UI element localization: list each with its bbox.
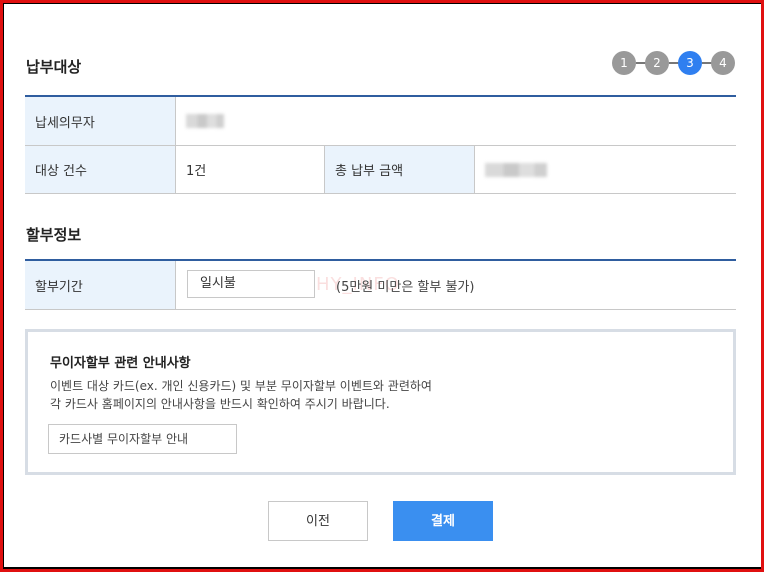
step-2: 2 bbox=[645, 51, 669, 75]
card-interest-free-guide-button[interactable]: 카드사별 무이자할부 안내 bbox=[48, 424, 237, 454]
info-text-line-1: 이벤트 대상 카드(ex. 개인 신용카드) 및 부분 무이자할부 이벤트와 관… bbox=[50, 379, 432, 393]
table-row: 납세의무자 bbox=[25, 97, 736, 146]
total-amount-label: 총 납부 금액 bbox=[325, 146, 474, 193]
frame-inner-line bbox=[3, 3, 4, 569]
table-row: 대상 건수 1건 총 납부 금액 bbox=[25, 146, 736, 194]
installment-period-label: 할부기간 bbox=[25, 261, 175, 309]
step-indicator: 1 2 3 4 bbox=[612, 51, 736, 75]
prev-button[interactable]: 이전 bbox=[268, 501, 368, 541]
section-title-installment: 할부정보 bbox=[26, 226, 82, 244]
pay-button[interactable]: 결제 bbox=[393, 501, 493, 541]
taxpayer-label: 납세의무자 bbox=[25, 97, 175, 145]
masked-value bbox=[485, 162, 547, 177]
count-value: 1건 bbox=[186, 164, 207, 179]
interest-free-info-box: 무이자할부 관련 안내사항 이벤트 대상 카드(ex. 개인 신용카드) 및 부… bbox=[25, 329, 736, 475]
count-label: 대상 건수 bbox=[25, 146, 175, 193]
installment-note: (5만원 미만은 할부 불가) bbox=[336, 280, 475, 295]
step-4: 4 bbox=[711, 51, 735, 75]
payment-target-table: 납세의무자 대상 건수 1건 총 납부 금액 bbox=[25, 95, 736, 194]
step-3-current: 3 bbox=[678, 51, 702, 75]
section-title-payment-target: 납부대상 bbox=[26, 58, 82, 76]
info-box-title: 무이자할부 관련 안내사항 bbox=[50, 356, 191, 371]
total-amount-value bbox=[475, 146, 736, 193]
frame-inner-line bbox=[3, 567, 761, 569]
installment-period-select[interactable]: 일시불 bbox=[187, 270, 315, 298]
taxpayer-value bbox=[176, 97, 576, 145]
step-1: 1 bbox=[612, 51, 636, 75]
cell-divider bbox=[175, 261, 176, 309]
frame-inner-line bbox=[3, 3, 761, 4]
masked-value bbox=[186, 114, 224, 128]
info-text-line-2: 각 카드사 홈페이지의 안내사항을 반드시 확인하여 주시기 바랍니다. bbox=[50, 397, 390, 411]
